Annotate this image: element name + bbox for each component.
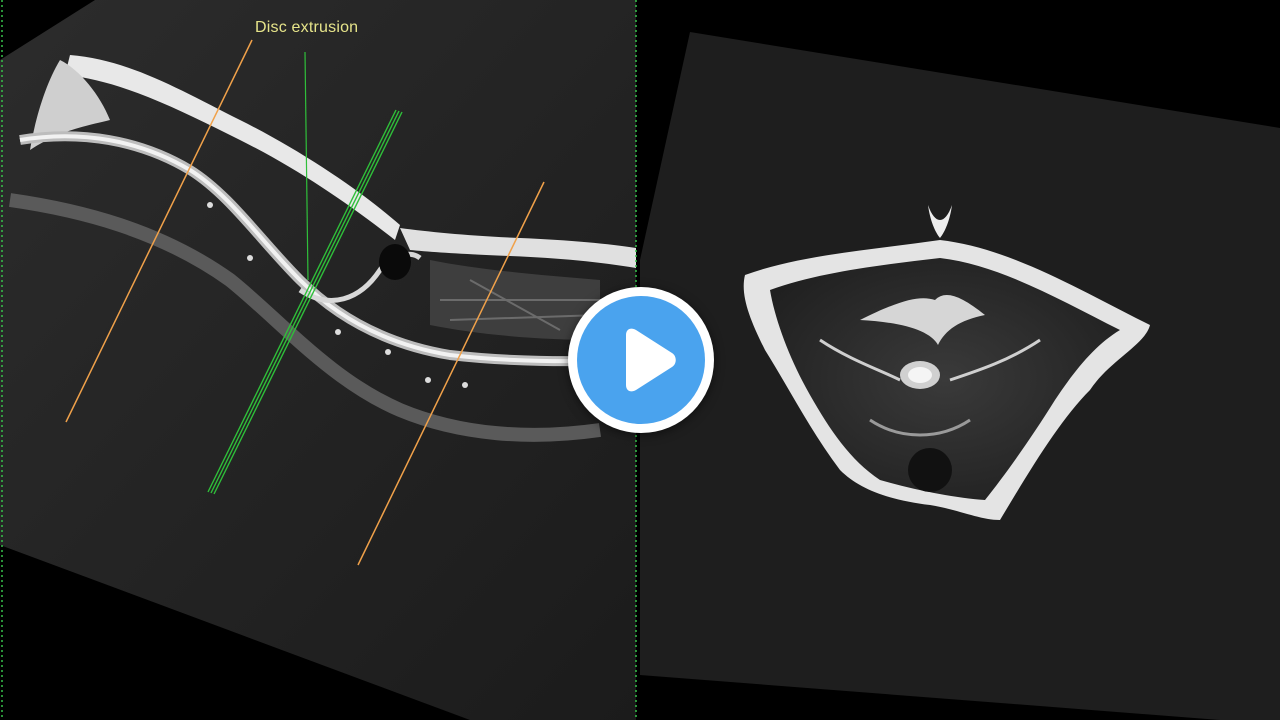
play-icon	[626, 328, 676, 392]
mri-viewer: Disc extrusion	[0, 0, 1280, 720]
play-button[interactable]	[568, 287, 714, 433]
disc-extrusion-label: Disc extrusion	[255, 19, 359, 36]
sagittal-view[interactable]	[0, 0, 636, 720]
axial-view[interactable]	[640, 32, 1280, 720]
